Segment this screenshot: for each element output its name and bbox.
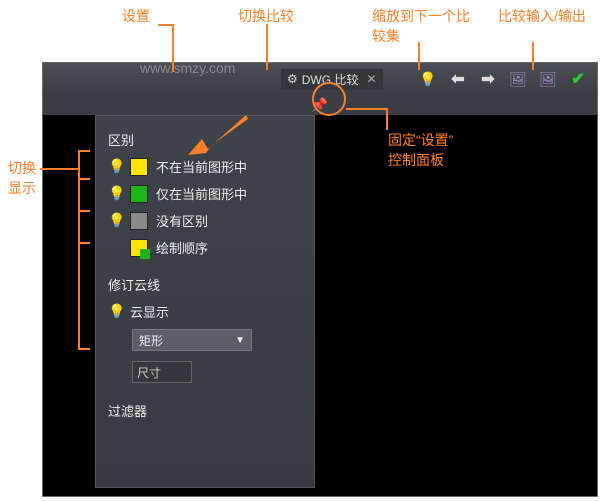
bulb-icon[interactable]: 💡: [108, 158, 122, 175]
gear-icon: ⚙: [287, 72, 298, 86]
pin-bar: 📌: [43, 95, 597, 115]
bulb-icon[interactable]: 💡: [108, 303, 122, 320]
section-cloud-title: 修订云线: [108, 275, 302, 294]
chevron-down-icon: ▼: [235, 335, 245, 346]
size-input[interactable]: 尺寸: [132, 361, 192, 383]
shape-select-value: 矩形: [139, 332, 163, 349]
app-window: ⚙ DWG 比较 ✕ 💡 ⬅ ➡ 🖼 🖼 ✔ 📌 区别 💡 不在当前图形中 💡 …: [42, 62, 598, 497]
diff-row-no-diff: 💡 没有区别: [108, 211, 302, 230]
cloud-show-label: 云显示: [130, 302, 169, 321]
ann-toggle-display: 切换显示: [8, 158, 38, 198]
diff-label: 不在当前图形中: [156, 157, 247, 176]
color-swatch-gray[interactable]: [130, 212, 148, 230]
toolbar: ⚙ DWG 比较 ✕ 💡 ⬅ ➡ 🖼 🖼 ✔: [43, 63, 597, 95]
diff-row-not-in-current: 💡 不在当前图形中: [108, 157, 302, 176]
bulb-icon[interactable]: 💡: [108, 185, 122, 202]
section-diff-title: 区别: [108, 130, 302, 149]
color-swatch-yellow[interactable]: [130, 158, 148, 176]
ann-zoom-next: 缩放到下一个比较集: [372, 6, 482, 46]
close-icon[interactable]: ✕: [366, 72, 376, 86]
shape-select[interactable]: 矩形 ▼: [132, 329, 252, 351]
toolbar-title-chip[interactable]: ⚙ DWG 比较 ✕: [281, 69, 383, 90]
bulb-icon[interactable]: 💡: [108, 212, 122, 229]
ann-settings: 设置: [122, 6, 150, 26]
diff-label: 没有区别: [156, 211, 208, 230]
color-swatch-green[interactable]: [130, 185, 148, 203]
section-filter-title: 过滤器: [108, 401, 302, 420]
confirm-check-icon[interactable]: ✔: [565, 67, 591, 91]
pin-icon[interactable]: 📌: [312, 97, 328, 113]
watermark-text: 数码资源网: [140, 20, 280, 57]
ann-toggle-compare: 切换比较: [238, 6, 294, 26]
diff-row-draw-order: 绘制顺序: [108, 238, 302, 257]
next-arrow-icon[interactable]: ➡: [475, 67, 501, 91]
cloud-show-row: 💡 云显示: [108, 302, 302, 321]
diff-label: 绘制顺序: [156, 238, 208, 257]
settings-panel: 区别 💡 不在当前图形中 💡 仅在当前图形中 💡 没有区别 绘制顺序 修订云线 …: [95, 115, 315, 488]
diff-label: 仅在当前图形中: [156, 184, 247, 203]
watermark-logo: SM: [55, 20, 135, 60]
bulb-icon[interactable]: 💡: [415, 67, 441, 91]
diff-row-only-in-current: 💡 仅在当前图形中: [108, 184, 302, 203]
compare-input-icon[interactable]: 🖼: [505, 67, 531, 91]
size-input-value: 尺寸: [137, 364, 161, 381]
ann-compare-io: 比较输入/输出: [498, 6, 588, 26]
prev-arrow-icon[interactable]: ⬅: [445, 67, 471, 91]
color-swatch-order[interactable]: [130, 239, 148, 257]
compare-output-icon[interactable]: 🖼: [535, 67, 561, 91]
toolbar-title: DWG 比较: [302, 71, 359, 88]
